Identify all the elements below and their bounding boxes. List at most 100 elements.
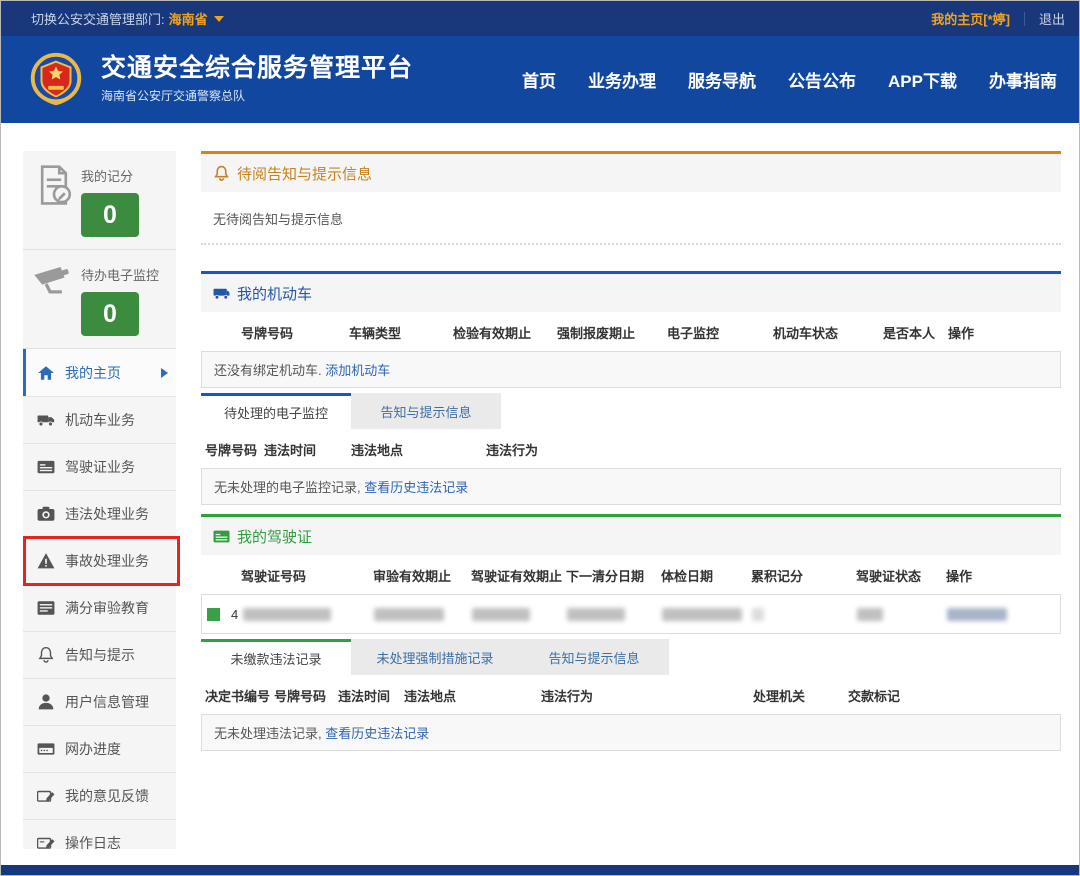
col-payment-mark: 交款标记 [848,686,1061,705]
col-accumulated-points: 累积记分 [751,566,856,585]
tab-unpaid-violations[interactable]: 未缴款违法记录 [201,639,351,675]
tab-pending-monitor[interactable]: 待处理的电子监控 [201,393,351,429]
pending-monitor-value: 0 [81,292,139,336]
sidebar-item-notifications[interactable]: 告知与提示 [23,631,176,678]
nav-service-guide[interactable]: 服务导航 [688,67,756,92]
sidebar-item-violation-services[interactable]: 违法处理业务 [23,490,176,537]
col-plate-number: 号牌号码 [201,440,264,459]
caret-down-icon[interactable] [214,16,224,22]
redacted-value [472,608,530,621]
license-table-header: 驾驶证号码 审验有效期止 驾驶证有效期止 下一清分日期 体检日期 累积记分 驾驶… [201,555,1061,594]
sidebar-item-label: 告知与提示 [65,645,135,665]
license-title: 我的驾驶证 [237,526,312,547]
col-plate-number: 号牌号码 [274,686,338,705]
pending-monitor-label: 待办电子监控 [81,265,159,284]
col-violation-time: 违法时间 [338,686,404,705]
page: 切换公安交通管理部门: 海南省 我的主页[*婷] 退出 交通安全综合服务管理平台… [0,0,1080,876]
sidebar-item-my-homepage[interactable]: 我的主页 [23,349,176,396]
tab-notify-info[interactable]: 告知与提示信息 [351,393,501,429]
violations-table-header: 决定书编号 号牌号码 违法时间 违法地点 违法行为 处理机关 交款标记 [201,675,1061,714]
license-section: 我的驾驶证 驾驶证号码 审验有效期止 驾驶证有效期止 下一清分日期 体检日期 累… [201,514,1061,751]
nav-app-download[interactable]: APP下载 [888,67,957,92]
vehicles-section: 我的机动车 号牌号码 车辆类型 检验有效期止 强制报废期止 电子监控 机动车状态… [201,271,1061,505]
col-electronic-monitor: 电子监控 [667,323,773,342]
camera-icon [37,505,55,523]
warning-icon [37,552,55,570]
site-title: 交通安全综合服务管理平台 [101,55,413,83]
nav-announcements[interactable]: 公告公布 [788,67,856,92]
sidebar-item-accident-services[interactable]: 事故处理业务 [23,537,176,584]
sidebar-item-license-services[interactable]: 驾驶证业务 [23,443,176,490]
license-row: 4 [201,594,1061,634]
col-vehicle-type: 车辆类型 [349,323,453,342]
divider [1024,12,1025,26]
col-review-expiry: 审验有效期止 [373,566,471,585]
vehicles-header: 我的机动车 [201,274,1061,312]
sidebar-item-label: 机动车业务 [65,410,135,430]
log-icon [37,834,55,852]
region-selector[interactable]: 海南省 [169,9,208,28]
violations-empty-row: 无未处理违法记录, 查看历史违法记录 [201,714,1061,751]
review-expiry-cell [374,608,472,621]
bell-icon [37,646,55,664]
sidebar-item-label: 用户信息管理 [65,692,149,712]
sidebar-item-label: 事故处理业务 [65,551,149,571]
col-license-status: 驾驶证状态 [856,566,946,585]
redacted-value [662,608,742,621]
sidebar-item-online-progress[interactable]: 网办进度 [23,725,176,772]
col-violation-place: 违法地点 [351,440,486,459]
license-header: 我的驾驶证 [201,517,1061,555]
col-violation-place: 违法地点 [404,686,541,705]
sidebar-item-label: 网办进度 [65,739,121,759]
redacted-value [752,608,764,621]
tab-notify-info[interactable]: 告知与提示信息 [519,639,669,675]
col-plate-number: 号牌号码 [201,323,349,342]
add-vehicle-link[interactable]: 添加机动车 [325,363,390,378]
redacted-value [567,608,625,621]
tab-unhandled-enforcement[interactable]: 未处理强制措施记录 [351,639,519,675]
vehicles-empty-text: 还没有绑定机动车. [214,363,322,378]
my-points-widget[interactable]: 我的记分 0 [23,151,176,249]
notices-title: 待阅告知与提示信息 [237,163,372,184]
site-subtitle: 海南省公安厅交通警察总队 [101,87,413,104]
actions-cell [947,608,1060,621]
score-doc-icon [33,164,75,206]
police-badge-logo [25,49,87,111]
nav-home[interactable]: 首页 [522,67,556,92]
col-violation-behavior: 违法行为 [486,440,1061,459]
redacted-value [947,608,1007,621]
sidebar-item-full-score-education[interactable]: 满分审验教育 [23,584,176,631]
vehicles-table-header: 号牌号码 车辆类型 检验有效期止 强制报废期止 电子监控 机动车状态 是否本人 … [201,312,1061,351]
bell-icon [213,165,230,182]
sidebar-item-label: 我的主页 [65,363,121,383]
my-points-label: 我的记分 [81,166,139,185]
col-inspection-expiry: 检验有效期止 [453,323,557,342]
sidebar-item-label: 满分审验教育 [65,598,149,618]
sidebar-item-feedback[interactable]: 我的意见反馈 [23,772,176,819]
my-home-link[interactable]: 我的主页[*婷] [931,9,1010,28]
pending-monitor-widget[interactable]: 待办电子监控 0 [23,249,176,348]
nav-handbook[interactable]: 办事指南 [989,67,1057,92]
physical-exam-cell [662,608,752,621]
list-icon [37,599,55,617]
sidebar-item-vehicle-services[interactable]: 机动车业务 [23,396,176,443]
history-violations-link[interactable]: 查看历史违法记录 [364,480,468,495]
sidebar-item-user-info[interactable]: 用户信息管理 [23,678,176,725]
violations-empty-text: 无未处理违法记录, [214,726,322,741]
monitor-empty-row: 无未处理的电子监控记录, 查看历史违法记录 [201,468,1061,505]
license-status-cell [857,608,947,621]
nav-business[interactable]: 业务办理 [588,67,656,92]
col-decision-number: 决定书编号 [201,686,274,705]
bus-icon [213,285,230,302]
license-number-prefix: 4 [231,607,238,622]
arrow-right-icon [161,368,168,378]
history-violations-link[interactable]: 查看历史违法记录 [325,726,429,741]
sidebar-item-operation-log[interactable]: 操作日志 [23,819,176,866]
id-card-icon [37,458,55,476]
switch-department-label: 切换公安交通管理部门: [31,9,165,28]
redacted-value [857,608,883,621]
sidebar-item-label: 违法处理业务 [65,504,149,524]
status-square-icon [207,608,220,621]
logout-link[interactable]: 退出 [1039,9,1065,28]
footer-bar [1,865,1079,875]
